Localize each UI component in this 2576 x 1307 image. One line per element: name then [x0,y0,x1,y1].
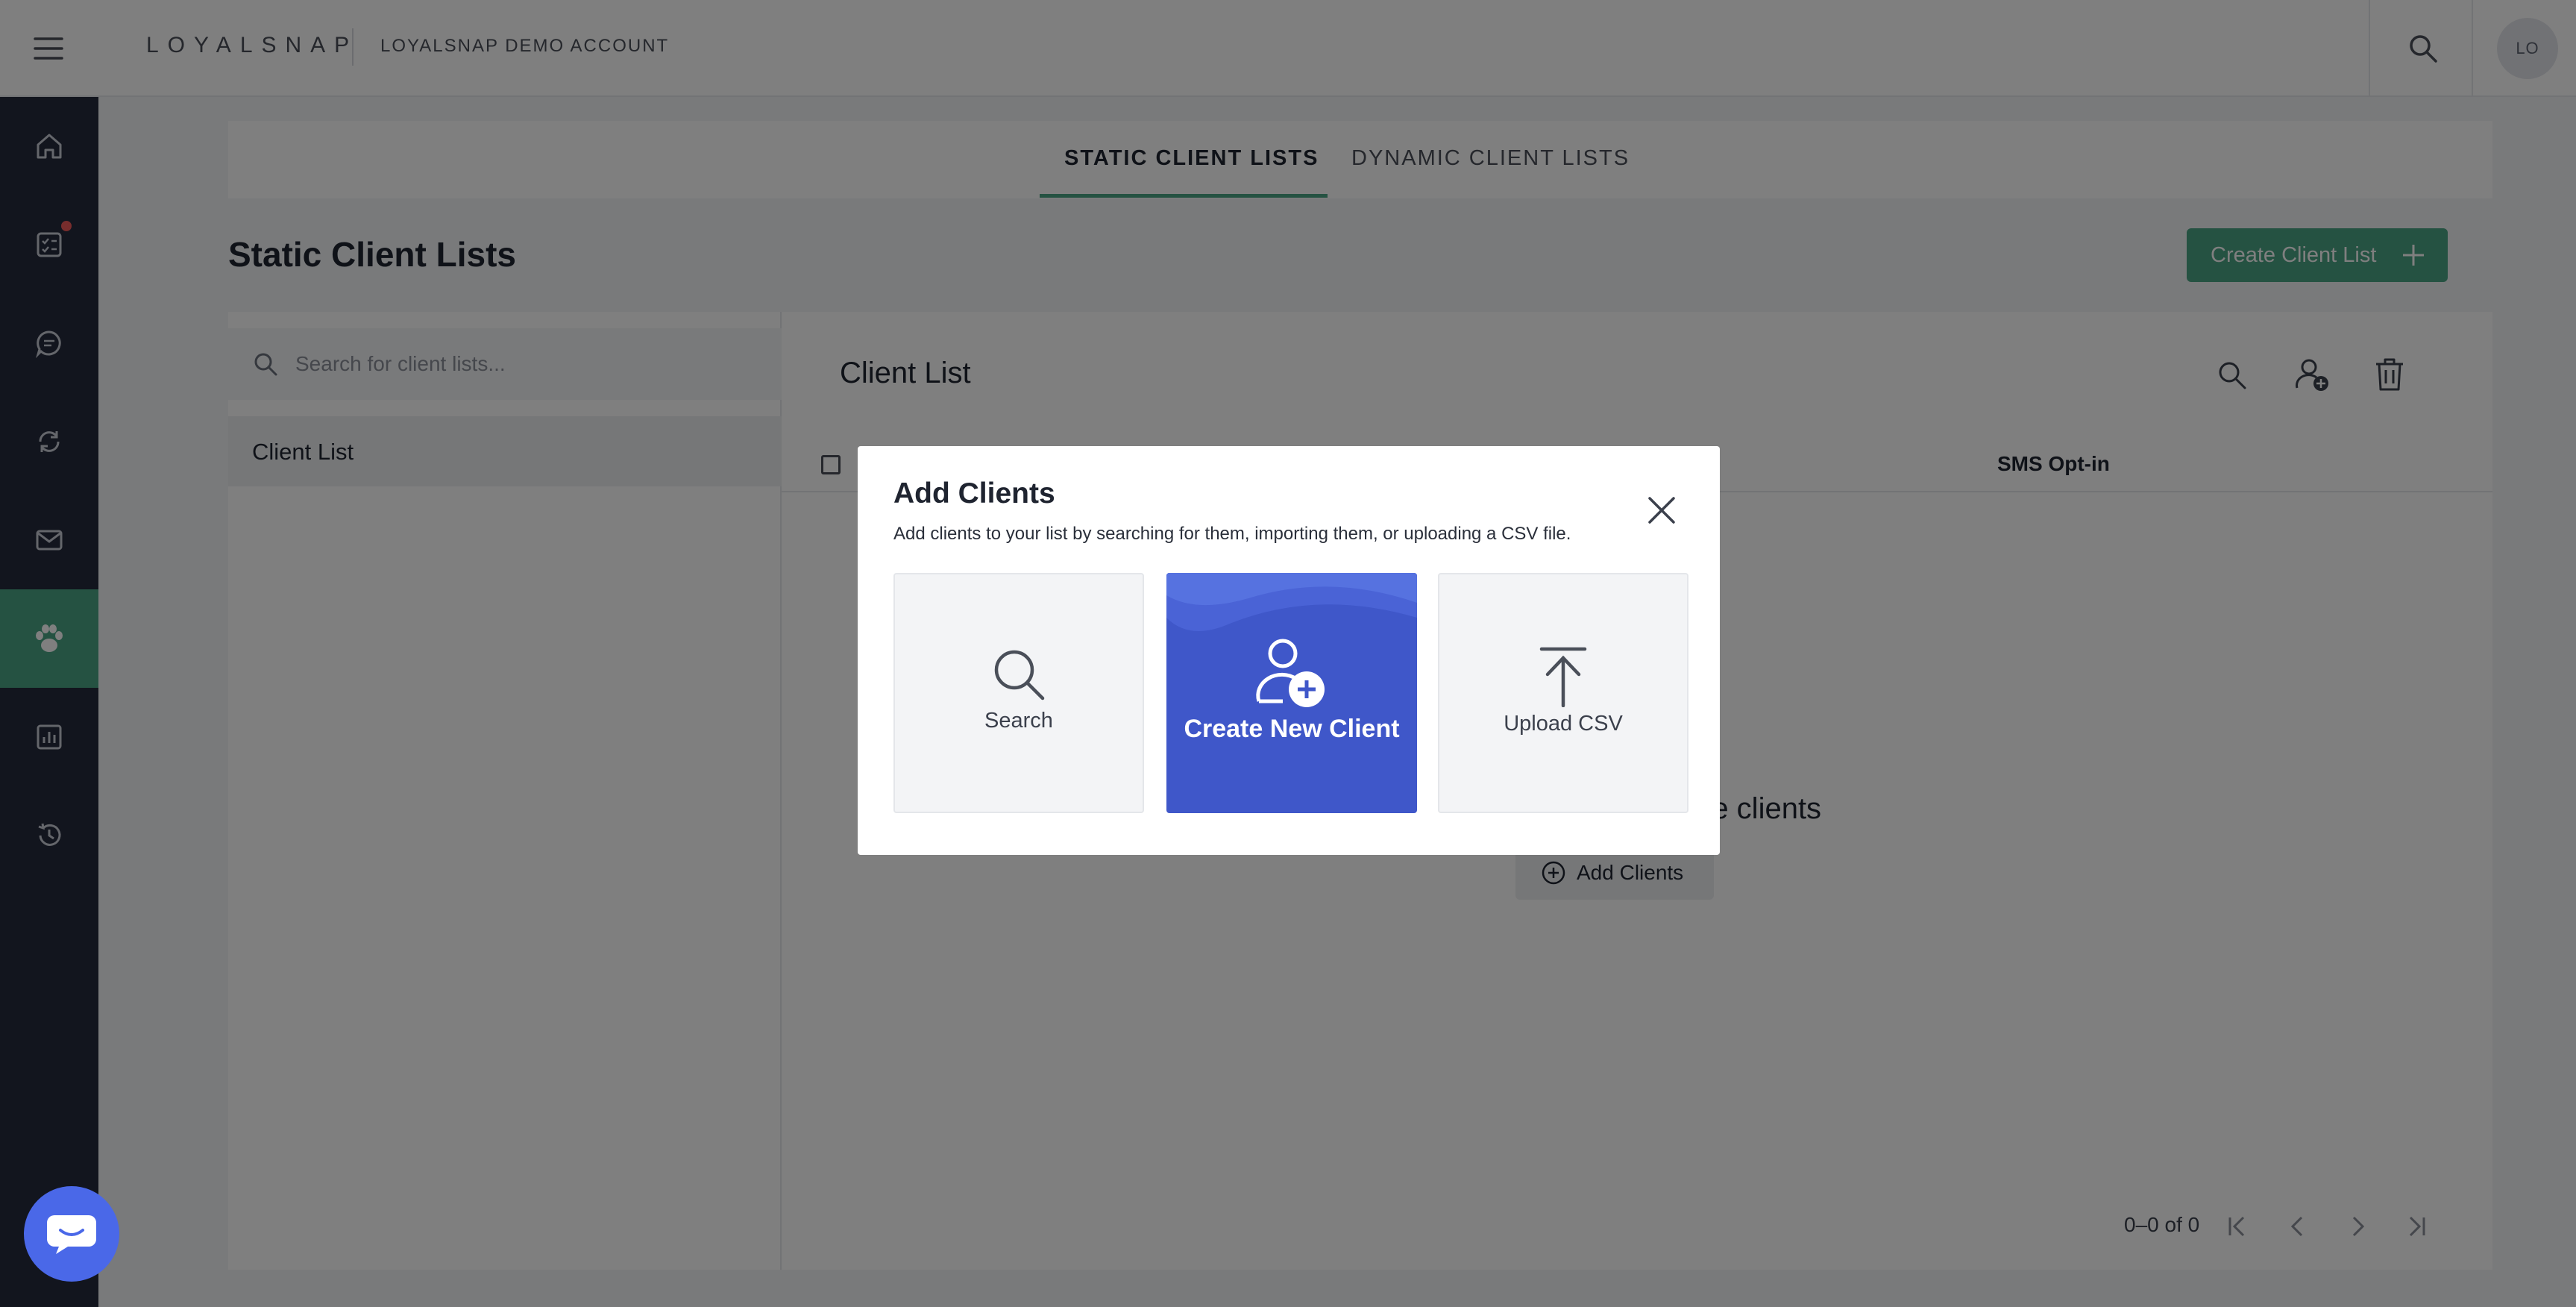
search-card-label: Search [984,709,1053,733]
modal-subtitle: Add clients to your list by searching fo… [893,524,1571,544]
modal-title: Add Clients [893,477,1055,510]
chat-launcher-button[interactable] [24,1186,119,1282]
create-client-card-label: Create New Client [1184,715,1400,743]
add-user-icon [1256,639,1325,707]
upload-csv-card[interactable]: Upload CSV [1438,573,1688,813]
chat-bubble-icon [47,1215,96,1254]
upload-icon [1539,647,1587,707]
close-icon[interactable] [1644,492,1680,528]
upload-card-label: Upload CSV [1504,712,1623,736]
search-clients-card[interactable]: Search [893,573,1144,813]
create-new-client-card[interactable]: Create New Client [1166,573,1417,813]
search-icon [994,650,1045,700]
